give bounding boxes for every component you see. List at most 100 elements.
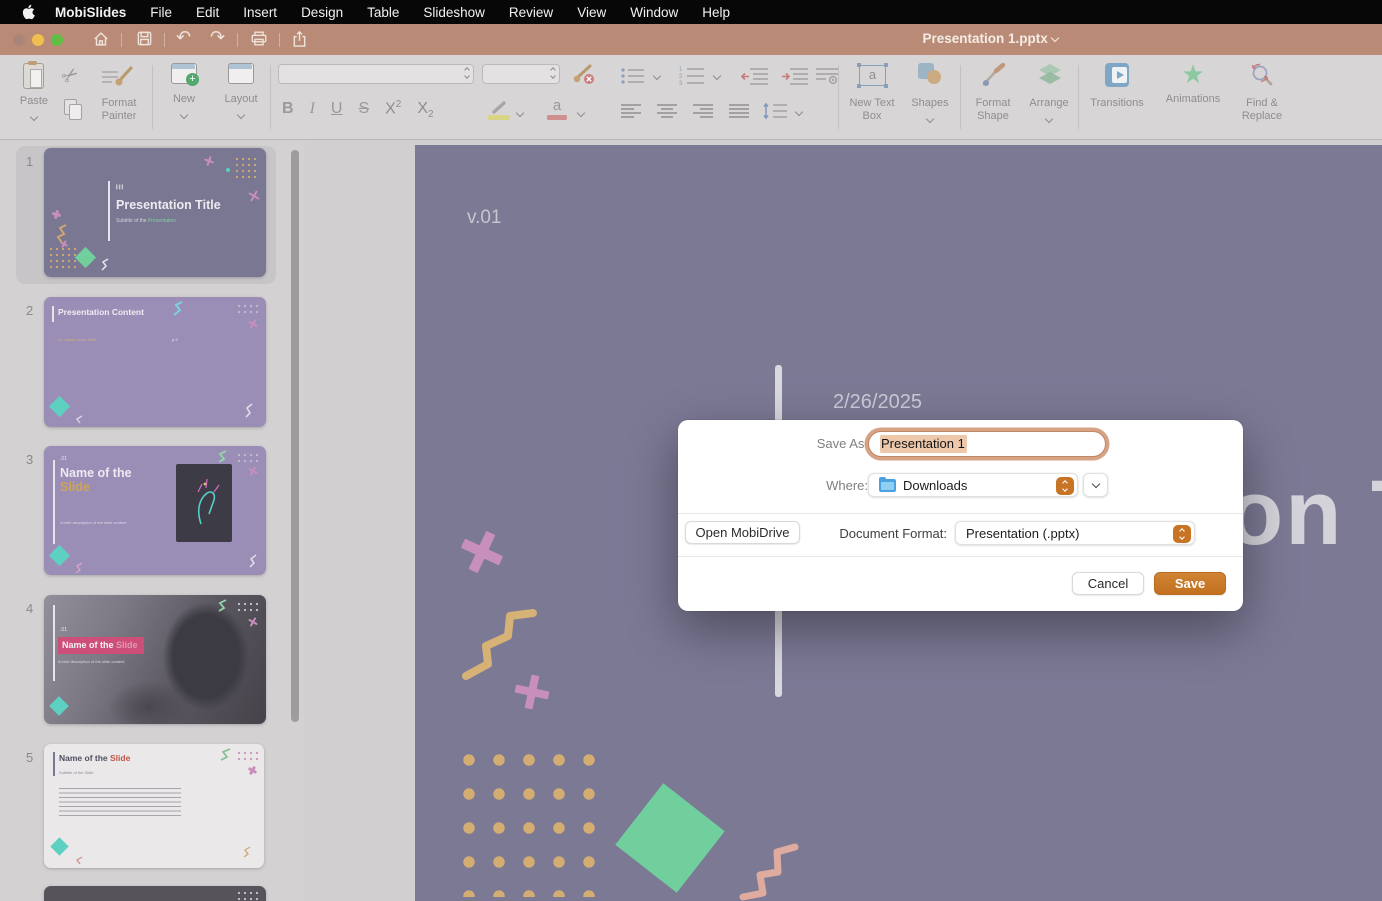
- strikethrough-button[interactable]: S: [358, 100, 369, 118]
- copy-button[interactable]: [64, 99, 77, 115]
- home-icon[interactable]: [92, 30, 110, 48]
- bullet-list-button[interactable]: [620, 67, 646, 85]
- undo-icon[interactable]: ↶: [176, 28, 191, 46]
- menu-table[interactable]: Table: [367, 5, 399, 20]
- slide-index: .01: [60, 456, 67, 462]
- slide-thumbnail-6[interactable]: [44, 886, 266, 901]
- expand-dialog-button[interactable]: [1083, 473, 1108, 497]
- new-button[interactable]: + New: [160, 63, 208, 124]
- format-painter-button[interactable]: [100, 65, 134, 91]
- numbered-list-button[interactable]: 123: [678, 65, 706, 87]
- save-button[interactable]: Save: [1154, 572, 1226, 595]
- zigzag-decoration: [100, 258, 110, 272]
- slide-number: 1: [26, 154, 33, 169]
- paste-button[interactable]: Paste: [8, 63, 60, 126]
- shapes-label: Shapes: [903, 97, 957, 110]
- font-name-stepper[interactable]: [465, 68, 469, 78]
- slide-thumbnail-4[interactable]: .01 Name of the Slide A brief descriptio…: [44, 595, 266, 724]
- font-size-input[interactable]: [482, 64, 560, 84]
- new-text-box-label: New Text Box: [843, 97, 901, 123]
- transitions-button[interactable]: Transitions: [1084, 63, 1150, 110]
- animations-button[interactable]: ★ Animations: [1158, 61, 1228, 106]
- minimize-button[interactable]: [32, 34, 44, 46]
- alignment-group: [620, 103, 750, 119]
- apple-menu[interactable]: [22, 4, 35, 20]
- diamond-decoration: [49, 696, 69, 716]
- save-icon[interactable]: [136, 30, 153, 47]
- menu-file[interactable]: File: [150, 5, 172, 20]
- align-left-button[interactable]: [620, 103, 642, 119]
- format-shape-button[interactable]: Format Shape: [964, 63, 1022, 123]
- list-settings-button[interactable]: [814, 67, 840, 85]
- line-spacing-chevron-icon[interactable]: [795, 108, 803, 116]
- align-justify-button[interactable]: [728, 103, 750, 119]
- subscript-button[interactable]: X2: [417, 100, 433, 120]
- layout-button[interactable]: Layout: [214, 63, 268, 124]
- new-text-box-button[interactable]: a New Text Box: [843, 63, 901, 123]
- increase-indent-button[interactable]: [780, 67, 810, 85]
- slide-thumbnail-2[interactable]: Presentation Content 01. Name of the Sli…: [44, 297, 266, 427]
- find-replace-button[interactable]: Find & Replace: [1232, 63, 1292, 123]
- document-format-value: Presentation (.pptx): [966, 526, 1079, 541]
- svg-text:3: 3: [679, 81, 683, 87]
- where-dropdown[interactable]: Downloads: [868, 473, 1078, 497]
- bullet-list-chevron-icon[interactable]: [653, 72, 661, 80]
- menu-view[interactable]: View: [577, 5, 606, 20]
- thumbnails-scrollbar[interactable]: [291, 150, 299, 722]
- menu-help[interactable]: Help: [702, 5, 730, 20]
- subscript-sub: 2: [428, 110, 434, 121]
- highlight-color-button[interactable]: [486, 101, 512, 123]
- slide-thumbnail-1[interactable]: ▌▌▌ Presentation Title Subtitle of the P…: [44, 148, 266, 277]
- share-icon[interactable]: [291, 30, 308, 48]
- cross-decoration: [246, 764, 258, 776]
- numbered-list-chevron-icon[interactable]: [713, 72, 721, 80]
- zigzag-decoration: [172, 301, 184, 317]
- shapes-button[interactable]: Shapes: [903, 63, 957, 128]
- highlight-chevron-icon[interactable]: [516, 109, 524, 117]
- close-button[interactable]: [13, 34, 25, 46]
- slide-divider-line: [52, 306, 54, 322]
- menu-insert[interactable]: Insert: [243, 5, 277, 20]
- slide-divider-line: [108, 181, 110, 241]
- font-color-chevron-icon[interactable]: [577, 109, 585, 117]
- align-center-button[interactable]: [656, 103, 678, 119]
- document-title[interactable]: Presentation 1.pptx: [860, 31, 1120, 46]
- save-dialog: Save As: Presentation 1 Where: Downloads…: [678, 420, 1243, 611]
- zoom-button[interactable]: [51, 34, 63, 46]
- cut-button[interactable]: ✂: [56, 60, 84, 90]
- bold-button[interactable]: B: [282, 100, 294, 118]
- decrease-indent-button[interactable]: [740, 67, 770, 85]
- dots-decoration: [236, 601, 262, 613]
- menu-review[interactable]: Review: [509, 5, 553, 20]
- menu-edit[interactable]: Edit: [196, 5, 219, 20]
- document-format-dropdown[interactable]: Presentation (.pptx): [955, 521, 1195, 545]
- menu-app-name[interactable]: MobiSlides: [55, 5, 126, 20]
- menu-window[interactable]: Window: [630, 5, 678, 20]
- italic-button[interactable]: I: [310, 100, 315, 118]
- print-icon[interactable]: [250, 30, 268, 47]
- arrange-button[interactable]: Arrange: [1022, 63, 1076, 128]
- cancel-button[interactable]: Cancel: [1072, 572, 1144, 595]
- slide-thumbnail-3[interactable]: .01 Name of the Slide A brief descriptio…: [44, 446, 266, 575]
- slide-thumbnail-5[interactable]: Name of the Slide Subtitle of the Slide: [44, 744, 264, 868]
- zigzag-decoration: [242, 846, 252, 858]
- slide-description: A brief description of the slide content: [60, 520, 126, 525]
- align-right-button[interactable]: [692, 103, 714, 119]
- superscript-button[interactable]: X2: [385, 99, 401, 118]
- diamond-decoration: [615, 783, 724, 892]
- font-color-button[interactable]: a: [546, 97, 568, 120]
- transitions-icon: [1105, 63, 1129, 87]
- expand-chevron-icon: [1091, 479, 1099, 487]
- open-mobidrive-button[interactable]: Open MobiDrive: [685, 521, 800, 544]
- redo-icon[interactable]: ↷: [210, 28, 225, 46]
- clear-formatting-button[interactable]: [570, 63, 596, 87]
- filename-input[interactable]: Presentation 1: [868, 431, 1106, 457]
- font-name-input[interactable]: [278, 64, 474, 84]
- slide-kicker: ▌▌▌: [116, 184, 125, 189]
- menu-design[interactable]: Design: [301, 5, 343, 20]
- underline-button[interactable]: U: [331, 100, 343, 118]
- font-size-stepper[interactable]: [551, 68, 555, 78]
- cross-decoration: [512, 672, 552, 712]
- line-spacing-button[interactable]: [762, 102, 788, 120]
- menu-slideshow[interactable]: Slideshow: [423, 5, 485, 20]
